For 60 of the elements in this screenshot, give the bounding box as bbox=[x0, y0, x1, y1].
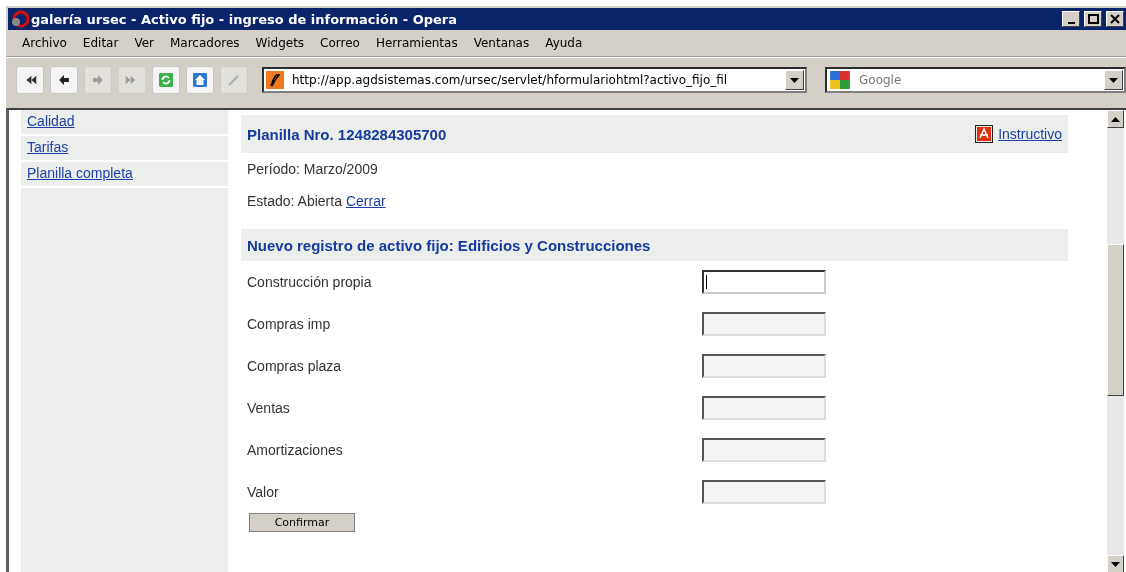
address-field[interactable]: http://app.agdsistemas.com/ursec/servlet/hformulariohtml?activo_fijo_fil bbox=[262, 67, 807, 93]
maximize-button[interactable] bbox=[1084, 11, 1102, 27]
menu-item[interactable]: Ver bbox=[126, 36, 162, 50]
reload-icon bbox=[159, 70, 173, 90]
form-title: Nuevo registro de activo fijo: Edificios y Construcciones bbox=[247, 236, 651, 254]
window-title: galería ursec - Activo fijo - ingreso de información - Opera bbox=[31, 11, 458, 27]
sidebar-link[interactable]: Planilla completa bbox=[21, 162, 228, 188]
rewind-button[interactable] bbox=[16, 66, 44, 94]
close-button[interactable] bbox=[1106, 11, 1124, 27]
reload-button[interactable] bbox=[152, 66, 180, 94]
field-label: Compras imp bbox=[247, 316, 332, 332]
menu-item[interactable]: Widgets bbox=[247, 36, 313, 50]
menu-item[interactable]: Archivo bbox=[14, 36, 75, 50]
field-label: Compras plaza bbox=[247, 358, 343, 374]
menu-item[interactable]: Ayuda bbox=[537, 36, 591, 50]
back-arrow-button[interactable] bbox=[50, 66, 78, 94]
sheet-title: Planilla Nro. 1248284305700 bbox=[247, 125, 447, 143]
dropdown-button[interactable] bbox=[1104, 70, 1123, 90]
instructions-link[interactable]: Instructivo bbox=[998, 126, 1062, 142]
confirm-button[interactable]: Confirmar bbox=[249, 513, 355, 532]
search-field[interactable]: Google bbox=[825, 67, 1126, 93]
scroll-up-button[interactable] bbox=[1107, 110, 1124, 128]
field-label: Valor bbox=[247, 484, 280, 500]
close-icon bbox=[1110, 14, 1120, 24]
scroll-down-button[interactable] bbox=[1107, 555, 1124, 572]
menu-item[interactable]: Ventanas bbox=[465, 36, 538, 50]
site-icon bbox=[266, 71, 284, 89]
field-label: Construcción propia bbox=[247, 274, 373, 290]
pdf-icon bbox=[975, 125, 994, 143]
field-label: Ventas bbox=[247, 400, 291, 416]
browser-logo-icon bbox=[11, 10, 29, 28]
state-text: Estado: Abierta bbox=[247, 193, 342, 209]
search-engine-icon bbox=[829, 71, 851, 89]
dropdown-arrow-icon bbox=[790, 77, 799, 83]
field-label: Amortizaciones bbox=[247, 442, 344, 458]
input-field[interactable] bbox=[702, 396, 826, 420]
maximize-icon bbox=[1087, 14, 1099, 24]
dropdown-arrow-icon bbox=[1109, 77, 1118, 83]
up-arrow-icon bbox=[1111, 116, 1120, 122]
menu-item[interactable]: Correo bbox=[312, 36, 368, 50]
menu-item[interactable]: Editar bbox=[74, 36, 127, 50]
dropdown-button[interactable] bbox=[785, 70, 804, 90]
scroll-thumb[interactable] bbox=[1107, 244, 1124, 396]
home-icon bbox=[193, 70, 207, 90]
minimize-button[interactable] bbox=[1062, 11, 1080, 27]
input-field[interactable] bbox=[702, 480, 826, 504]
home-button[interactable] bbox=[186, 66, 214, 94]
minimize-icon bbox=[1067, 21, 1075, 24]
menu-item[interactable]: Herramientas bbox=[367, 36, 466, 50]
close-link[interactable]: Cerrar bbox=[345, 193, 386, 209]
down-arrow-icon bbox=[1111, 561, 1120, 567]
menu-item[interactable]: Marcadores bbox=[162, 36, 248, 50]
text-cursor bbox=[706, 275, 707, 289]
input-field[interactable] bbox=[702, 354, 826, 378]
input-field[interactable] bbox=[702, 438, 826, 462]
sidebar-link[interactable]: Tarifas bbox=[21, 136, 228, 162]
sidebar-link[interactable]: Calidad bbox=[21, 110, 228, 136]
input-field[interactable] bbox=[702, 270, 826, 294]
period-text: Período: Marzo/2009 bbox=[247, 161, 378, 177]
input-field[interactable] bbox=[702, 312, 826, 336]
